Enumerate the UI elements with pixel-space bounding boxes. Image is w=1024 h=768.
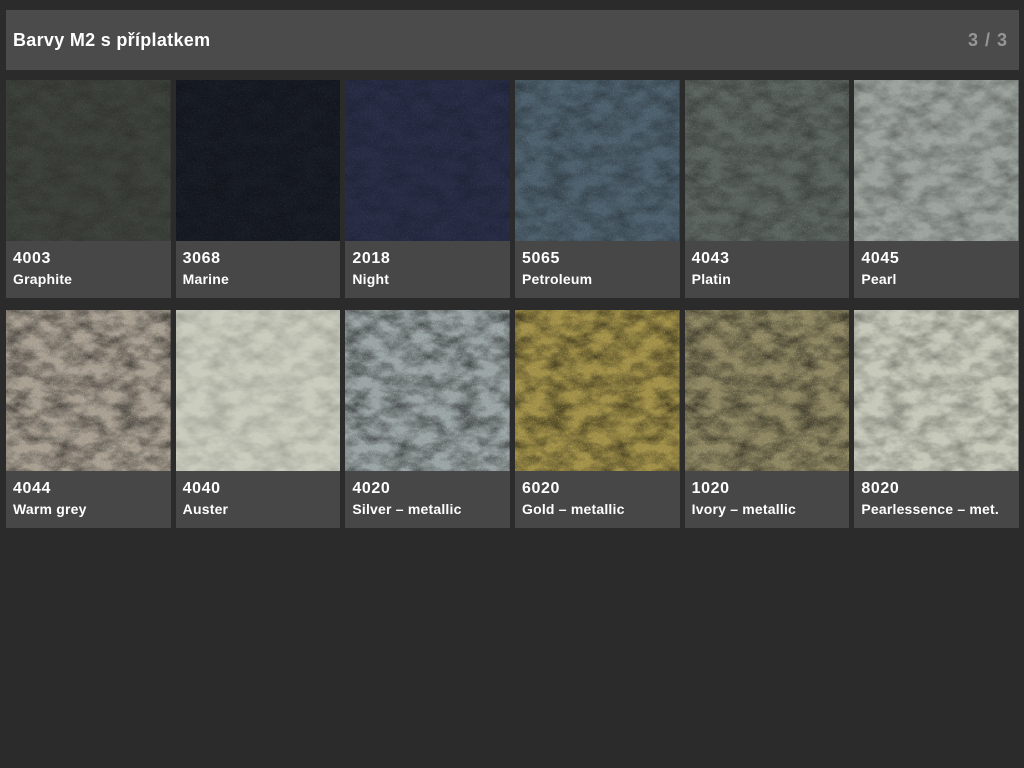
swatch-4020[interactable]: 4020 Silver – metallic (345, 310, 510, 528)
swatch-label: 1020 Ivory – metallic (685, 471, 850, 528)
swatch-name: Marine (183, 269, 335, 289)
swatch-name: Night (352, 269, 504, 289)
swatch-8020[interactable]: 8020 Pearlessence – met. (854, 310, 1019, 528)
swatch-label: 4044 Warm grey (6, 471, 171, 528)
swatch-code: 4020 (352, 479, 504, 499)
swatch-label: 3068 Marine (176, 241, 341, 298)
swatch-6020[interactable]: 6020 Gold – metallic (515, 310, 680, 528)
swatch-4043[interactable]: 4043 Platin (685, 80, 850, 298)
page-title: Barvy M2 s příplatkem (13, 30, 210, 51)
swatch-label: 4043 Platin (685, 241, 850, 298)
swatch-4045[interactable]: 4045 Pearl (854, 80, 1019, 298)
swatch-texture (515, 80, 680, 241)
swatch-texture (176, 310, 341, 471)
swatch-label: 5065 Petroleum (515, 241, 680, 298)
swatch-label: 4020 Silver – metallic (345, 471, 510, 528)
swatch-label: 4040 Auster (176, 471, 341, 528)
swatch-code: 2018 (352, 249, 504, 269)
swatch-name: Pearl (861, 269, 1013, 289)
swatch-texture (515, 310, 680, 471)
swatch-3068[interactable]: 3068 Marine (176, 80, 341, 298)
swatch-name: Gold – metallic (522, 499, 674, 519)
swatch-name: Platin (692, 269, 844, 289)
swatch-code: 4045 (861, 249, 1013, 269)
swatch-texture (685, 80, 850, 241)
swatch-4003[interactable]: 4003 Graphite (6, 80, 171, 298)
swatch-code: 3068 (183, 249, 335, 269)
swatch-label: 8020 Pearlessence – met. (854, 471, 1019, 528)
swatch-name: Petroleum (522, 269, 674, 289)
swatch-label: 2018 Night (345, 241, 510, 298)
swatch-texture (854, 80, 1019, 241)
swatch-texture (176, 80, 341, 241)
swatch-texture (345, 310, 510, 471)
swatch-code: 6020 (522, 479, 674, 499)
swatch-code: 4043 (692, 249, 844, 269)
swatch-4040[interactable]: 4040 Auster (176, 310, 341, 528)
swatch-code: 4003 (13, 249, 165, 269)
swatch-code: 8020 (861, 479, 1013, 499)
swatch-name: Silver – metallic (352, 499, 504, 519)
swatch-name: Pearlessence – met. (861, 499, 1013, 519)
swatch-texture (6, 80, 171, 241)
swatch-texture (6, 310, 171, 471)
swatch-2018[interactable]: 2018 Night (345, 80, 510, 298)
swatch-name: Auster (183, 499, 335, 519)
swatch-name: Graphite (13, 269, 165, 289)
swatch-label: 4045 Pearl (854, 241, 1019, 298)
swatch-code: 5065 (522, 249, 674, 269)
swatch-name: Warm grey (13, 499, 165, 519)
swatch-4044[interactable]: 4044 Warm grey (6, 310, 171, 528)
swatch-label: 6020 Gold – metallic (515, 471, 680, 528)
swatch-name: Ivory – metallic (692, 499, 844, 519)
swatch-1020[interactable]: 1020 Ivory – metallic (685, 310, 850, 528)
swatch-texture (685, 310, 850, 471)
swatch-texture (854, 310, 1019, 471)
page-indicator: 3 / 3 (968, 30, 1008, 51)
swatch-grid: 4003 Graphite 3068 Marine 2018 Nig (6, 80, 1019, 528)
swatch-code: 4044 (13, 479, 165, 499)
swatch-code: 1020 (692, 479, 844, 499)
swatch-5065[interactable]: 5065 Petroleum (515, 80, 680, 298)
swatch-label: 4003 Graphite (6, 241, 171, 298)
swatch-code: 4040 (183, 479, 335, 499)
swatch-texture (345, 80, 510, 241)
header-bar: Barvy M2 s příplatkem 3 / 3 (6, 10, 1019, 70)
